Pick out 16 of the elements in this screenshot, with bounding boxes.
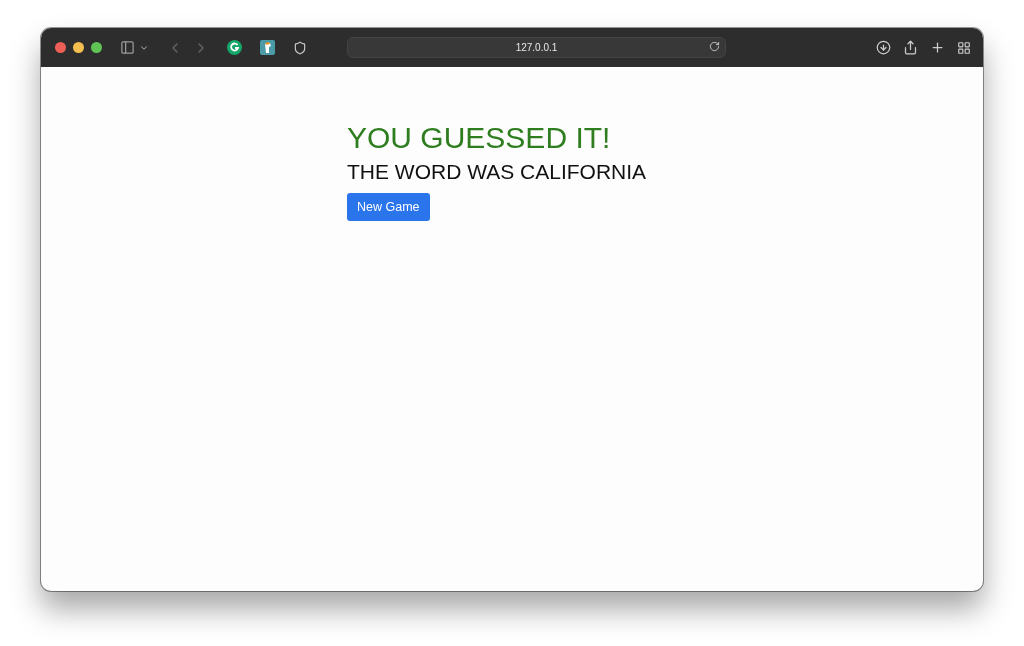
new-game-button[interactable]: New Game [347,193,430,221]
address-text: 127.0.0.1 [515,42,558,53]
tab-overview-icon[interactable] [957,40,971,55]
shield-icon[interactable] [293,40,307,55]
share-icon[interactable] [903,40,918,55]
answer-text: THE WORD WAS CALIFORNIA [347,159,647,185]
reload-icon[interactable] [709,41,720,52]
address-bar[interactable]: 127.0.0.1 [347,37,726,58]
maximize-icon[interactable] [91,42,102,53]
minimize-icon[interactable] [73,42,84,53]
grammar-extension-icon[interactable] [227,40,242,55]
result-heading: YOU GUESSED IT! [347,120,611,156]
sidebar-icon[interactable] [120,40,135,55]
close-icon[interactable] [55,42,66,53]
new-tab-icon[interactable] [930,40,945,55]
download-icon[interactable] [876,40,891,55]
